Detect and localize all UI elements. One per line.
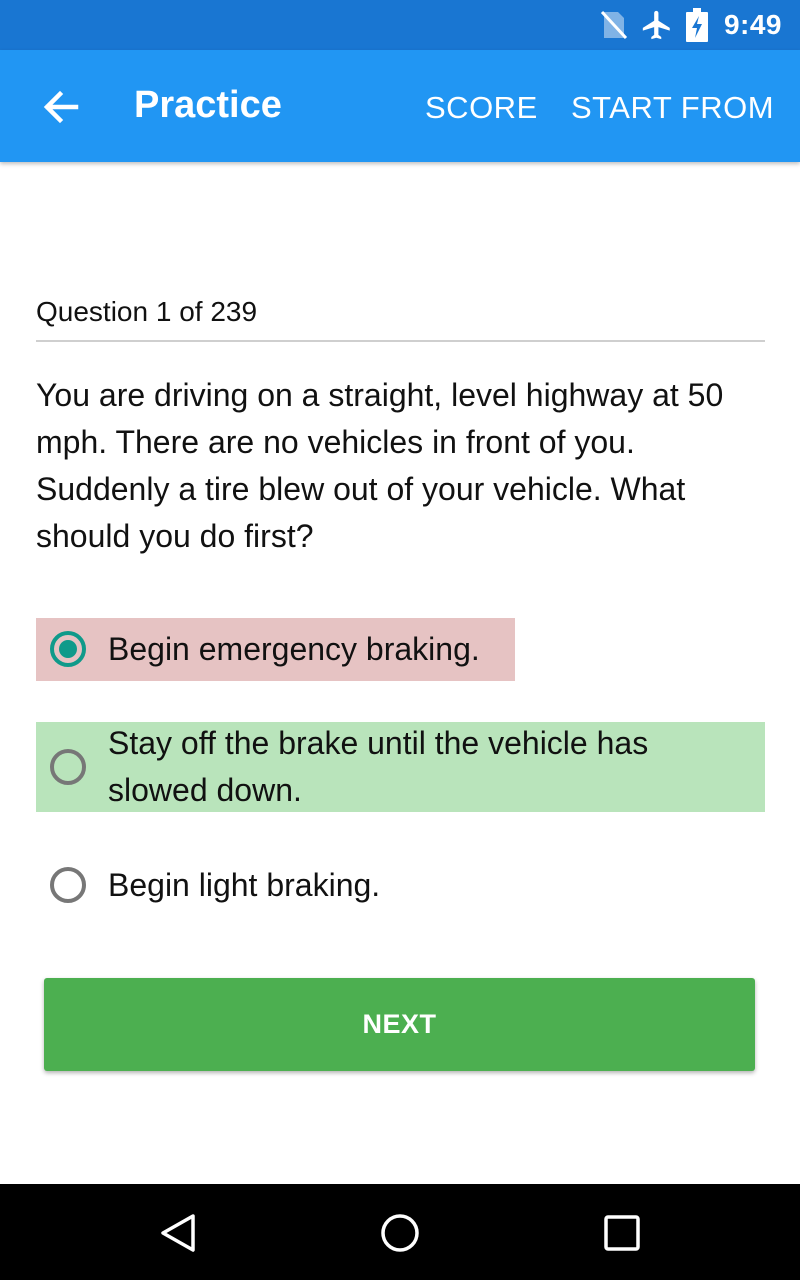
nav-back-button[interactable] xyxy=(155,1210,201,1256)
nav-recents-icon xyxy=(599,1215,645,1260)
divider xyxy=(36,340,765,342)
answer-option-label: Stay off the brake until the vehicle has… xyxy=(108,725,649,808)
answer-option-label: Begin emergency braking. xyxy=(108,631,480,667)
status-bar: 9:49 xyxy=(0,0,800,50)
answer-option-label: Begin light braking. xyxy=(108,867,381,903)
no-sim-icon xyxy=(600,10,628,40)
back-button[interactable] xyxy=(36,82,86,132)
score-button[interactable]: SCORE xyxy=(425,90,538,126)
battery-charging-icon xyxy=(685,8,708,42)
navigation-bar xyxy=(0,1184,800,1280)
status-time: 9:49 xyxy=(723,9,782,40)
next-button[interactable]: NEXT xyxy=(44,978,755,1071)
start-from-button[interactable]: START FROM xyxy=(571,90,774,126)
airplane-mode-icon xyxy=(640,8,674,42)
nav-home-button[interactable] xyxy=(377,1210,423,1256)
radio-button[interactable] xyxy=(50,749,86,785)
page-title: Practice xyxy=(134,84,282,126)
question-counter: Question 1 of 239 xyxy=(36,296,258,327)
arrow-back-icon xyxy=(36,90,86,136)
answer-option-3[interactable]: Begin light braking. xyxy=(36,855,765,917)
nav-home-icon xyxy=(377,1214,423,1260)
question-text: You are driving on a straight, level hig… xyxy=(36,377,724,554)
answer-option-2[interactable]: Stay off the brake until the vehicle has… xyxy=(36,722,765,812)
nav-back-icon xyxy=(155,1214,201,1260)
answer-option-1[interactable]: Begin emergency braking. xyxy=(36,618,515,681)
nav-recents-button[interactable] xyxy=(599,1210,645,1256)
radio-button[interactable] xyxy=(50,867,86,903)
radio-button-selected[interactable] xyxy=(50,631,86,667)
app-bar: Practice SCORE START FROM xyxy=(0,50,800,162)
status-icons: 9:49 xyxy=(600,0,782,50)
